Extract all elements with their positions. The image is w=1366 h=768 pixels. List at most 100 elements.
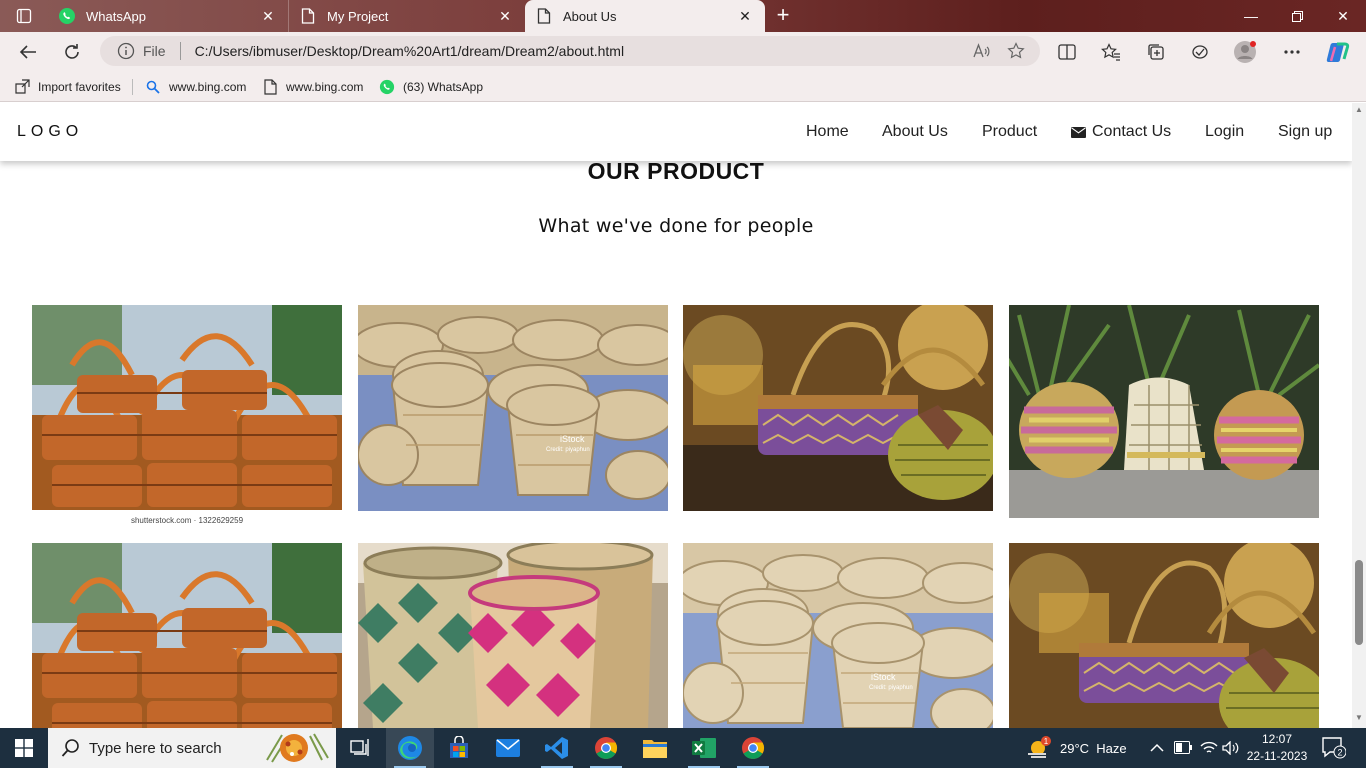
tab-title: My Project (327, 8, 389, 24)
refresh-icon[interactable] (57, 38, 87, 66)
favorite-star-icon[interactable] (1006, 41, 1026, 61)
product-image-baskets-stacked[interactable]: shutterstock.com · 1322629259 (32, 305, 342, 527)
back-icon[interactable] (13, 38, 43, 66)
divider (179, 42, 181, 60)
fav-label: (63) WhatsApp (403, 80, 484, 94)
page-viewport: LOGO Home About Us Product Contact Us Lo… (0, 103, 1352, 728)
scroll-down-icon[interactable]: ▼ (1355, 713, 1363, 722)
product-image-woven-pots[interactable] (1009, 305, 1319, 518)
whatsapp-icon (58, 7, 76, 25)
search-placeholder: Type here to search (89, 739, 222, 757)
more-options-icon[interactable] (1279, 40, 1305, 64)
minimize-button[interactable]: — (1228, 0, 1274, 32)
close-icon[interactable]: ✕ (256, 4, 280, 28)
svg-text:1: 1 (1044, 737, 1049, 746)
product-image-baskets-stacked-2[interactable] (32, 543, 342, 728)
fav-bing-1[interactable]: www.bing.com (145, 76, 246, 98)
search-highlight-icon (266, 733, 329, 763)
browser-tab-bar: WhatsApp ✕ My Project ✕ About Us ✕ + — ✕ (0, 0, 1366, 32)
scheme-label: File (143, 43, 166, 59)
nav-contact-label: Contact Us (1092, 123, 1172, 140)
nav-login[interactable]: Login (1205, 123, 1244, 141)
url-bar[interactable]: File C:/Users/ibmuser/Desktop/Dream%20Ar… (100, 36, 1040, 66)
weather-text: 29°C Haze (1060, 740, 1127, 756)
svg-text:2: 2 (1337, 748, 1342, 758)
page-icon (262, 79, 278, 95)
page-scrollbar[interactable]: ▲ ▼ (1352, 103, 1366, 728)
copilot-icon[interactable] (1325, 40, 1351, 64)
chrome-icon[interactable] (582, 728, 630, 768)
scrollbar-thumb[interactable] (1355, 560, 1363, 645)
weather-widget[interactable]: 1 29°C Haze (1026, 728, 1127, 768)
envelope-icon (1071, 126, 1086, 138)
scroll-up-icon[interactable]: ▲ (1355, 105, 1363, 114)
product-image-woven-bag[interactable] (683, 305, 993, 511)
task-view-icon[interactable] (336, 728, 384, 768)
microsoft-store-icon[interactable] (435, 728, 483, 768)
fav-whatsapp[interactable]: (63) WhatsApp (379, 76, 483, 98)
new-tab-button[interactable]: + (770, 4, 796, 28)
tab-about-us[interactable]: About Us ✕ (525, 0, 765, 32)
vscode-icon[interactable] (533, 728, 581, 768)
mail-icon[interactable] (484, 728, 532, 768)
clock-time: 12:07 (1261, 732, 1293, 746)
nav-product[interactable]: Product (982, 123, 1037, 141)
product-image-woven-bag-2[interactable] (1009, 543, 1319, 728)
url-text[interactable]: C:/Users/ibmuser/Desktop/Dream%20Art1/dr… (195, 43, 972, 59)
tab-my-project[interactable]: My Project ✕ (288, 0, 525, 32)
site-logo[interactable]: LOGO (17, 123, 83, 141)
nav-home[interactable]: Home (806, 123, 849, 141)
watermark-shutterstock: shutterstock.com · 1322629259 (131, 516, 244, 525)
watermark-istock-credit: Credit: piyaphun (546, 447, 590, 453)
nav-about-us[interactable]: About Us (882, 123, 948, 141)
taskbar-search-box[interactable]: Type here to search (48, 728, 336, 768)
search-icon (61, 739, 79, 757)
close-icon[interactable]: ✕ (733, 4, 757, 28)
info-icon[interactable] (117, 42, 135, 60)
wifi-icon[interactable] (1200, 728, 1218, 768)
file-explorer-icon[interactable] (631, 728, 679, 768)
close-icon[interactable]: ✕ (493, 4, 517, 28)
restore-button[interactable] (1274, 0, 1320, 32)
section-title: OUR PRODUCT (587, 158, 765, 184)
watermark-istock: iStock (871, 672, 896, 682)
system-clock[interactable]: 12:07 22-11-2023 (1244, 731, 1310, 765)
watermark-istock-credit: Credit: piyaphun (869, 685, 913, 691)
watermark-istock: iStock (560, 434, 585, 444)
product-image-bamboo-bowls[interactable]: iStock Credit: piyaphun (358, 305, 668, 511)
page-icon (299, 7, 317, 25)
fav-label: www.bing.com (286, 80, 364, 94)
nav-contact-us[interactable]: Contact Us (1071, 123, 1171, 141)
excel-icon[interactable] (680, 728, 728, 768)
performance-icon[interactable] (1187, 40, 1213, 64)
page-icon (535, 7, 553, 25)
product-image-bamboo-bowls-2[interactable]: iStock Credit: piyaphun (683, 543, 993, 728)
windows-taskbar: Type here to search 1 29°C Haze 12:07 22… (0, 728, 1366, 768)
edge-taskbar-icon[interactable] (386, 728, 434, 768)
address-bar: File C:/Users/ibmuser/Desktop/Dream%20Ar… (0, 32, 1366, 72)
windows-start-icon[interactable] (0, 728, 48, 768)
fav-bing-2[interactable]: www.bing.com (262, 76, 363, 98)
close-window-button[interactable]: ✕ (1320, 0, 1366, 32)
tab-whatsapp[interactable]: WhatsApp ✕ (48, 0, 288, 32)
product-image-pink-green-bins[interactable] (358, 543, 668, 728)
fav-label: www.bing.com (169, 80, 247, 94)
tab-actions-icon[interactable] (8, 4, 40, 28)
fav-import-favorites[interactable]: Import favorites (14, 76, 121, 98)
chrome-icon-2[interactable] (729, 728, 777, 768)
whatsapp-icon (379, 79, 395, 95)
favorites-icon[interactable] (1098, 40, 1124, 64)
site-navbar: LOGO Home About Us Product Contact Us Lo… (0, 103, 1352, 161)
show-hidden-icons-icon[interactable] (1150, 728, 1164, 768)
collections-icon[interactable] (1143, 40, 1169, 64)
battery-icon[interactable] (1174, 728, 1194, 768)
nav-sign-up[interactable]: Sign up (1278, 123, 1332, 141)
weather-haze-icon: 1 (1028, 736, 1051, 758)
volume-icon[interactable] (1222, 728, 1240, 768)
notifications-icon[interactable]: 2 (1322, 728, 1346, 768)
tab-title: About Us (563, 8, 617, 24)
favorites-bar: Import favorites www.bing.com www.bing.c… (0, 72, 1366, 102)
read-aloud-icon[interactable] (972, 41, 992, 61)
split-screen-icon[interactable] (1054, 40, 1080, 64)
profile-avatar[interactable] (1232, 40, 1258, 64)
